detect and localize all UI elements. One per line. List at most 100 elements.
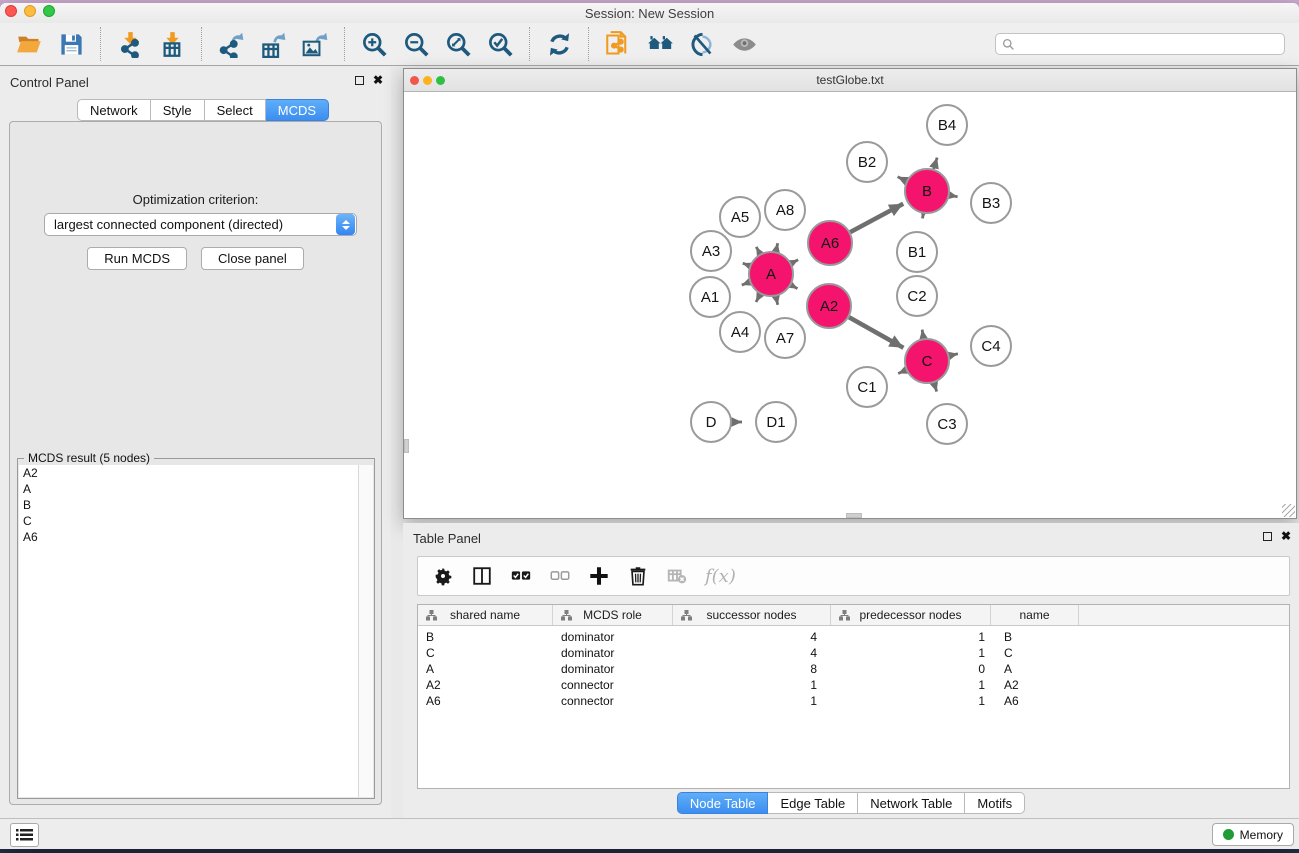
zoom-out-button[interactable]	[401, 29, 431, 59]
graph-node-D[interactable]: D	[691, 402, 731, 442]
graph-node-C[interactable]: C	[905, 339, 949, 383]
delete-table-button[interactable]	[666, 565, 688, 587]
graph-edge-A6-B[interactable]	[850, 204, 903, 232]
mcds-result-scrollbar[interactable]	[358, 465, 373, 797]
tab-mcds[interactable]: MCDS	[266, 99, 329, 121]
graph-node-D1[interactable]: D1	[756, 402, 796, 442]
show-panels-button[interactable]	[10, 823, 39, 847]
mcds-result-item[interactable]: C	[19, 513, 358, 529]
export-table-button[interactable]	[258, 29, 288, 59]
tab-motifs[interactable]: Motifs	[965, 792, 1025, 814]
open-folder-button[interactable]	[14, 29, 44, 59]
network-hscrollbar[interactable]	[846, 513, 862, 518]
mcds-result-item[interactable]: B	[19, 497, 358, 513]
network-canvas[interactable]: B4B2BB3A8A5A6A3B1AA1C2A2A4A7C4CC1C3DD1	[404, 93, 1296, 518]
close-panel-button[interactable]: Close panel	[201, 247, 304, 270]
table-cell[interactable]: 1	[831, 630, 991, 644]
graph-edge-A-A7[interactable]	[776, 296, 778, 304]
table-cell[interactable]: 0	[831, 662, 991, 676]
graph-edge-B-B2[interactable]	[898, 177, 907, 181]
add-button[interactable]	[588, 565, 610, 587]
table-cell[interactable]: 8	[673, 662, 831, 676]
table-cell[interactable]: connector	[553, 694, 673, 708]
graph-edge-A-A8[interactable]	[776, 243, 778, 251]
save-button[interactable]	[56, 29, 86, 59]
column-header-MCDS-role[interactable]: MCDS role	[553, 605, 673, 625]
mcds-result-item[interactable]: A	[19, 481, 358, 497]
table-cell[interactable]: connector	[553, 678, 673, 692]
table-cell[interactable]: 1	[831, 678, 991, 692]
graph-edge-A-A1[interactable]	[742, 282, 750, 285]
table-cell[interactable]: A	[991, 662, 1079, 676]
graph-edge-C-C3[interactable]	[934, 383, 937, 392]
column-header-name[interactable]: name	[991, 605, 1079, 625]
graph-edge-A2-C[interactable]	[849, 317, 903, 348]
table-row[interactable]: A6connector11A6	[418, 693, 1289, 709]
graph-edge-C-C1[interactable]	[898, 370, 906, 373]
refresh-button[interactable]	[544, 29, 574, 59]
document-network-button[interactable]	[603, 29, 633, 59]
graph-node-A3[interactable]: A3	[691, 231, 731, 271]
graph-node-A7[interactable]: A7	[765, 318, 805, 358]
table-cell[interactable]: B	[418, 630, 553, 644]
graph-edge-A-A2[interactable]	[791, 285, 797, 288]
tab-select[interactable]: Select	[205, 99, 266, 121]
criterion-dropdown[interactable]: largest connected component (directed)	[44, 213, 357, 236]
graph-edge-A-A4[interactable]	[756, 294, 760, 302]
graph-edge-A-A5[interactable]	[756, 247, 760, 254]
table-cell[interactable]: 1	[673, 678, 831, 692]
table-row[interactable]: Adominator80A	[418, 661, 1289, 677]
import-table-button[interactable]	[157, 29, 187, 59]
table-cell[interactable]: A6	[991, 694, 1079, 708]
gear-button[interactable]	[432, 565, 454, 587]
export-image-button[interactable]	[300, 29, 330, 59]
graph-node-A4[interactable]: A4	[720, 312, 760, 352]
graph-node-B1[interactable]: B1	[897, 232, 937, 272]
table-row[interactable]: Bdominator41B	[418, 629, 1289, 645]
tab-node-table[interactable]: Node Table	[677, 792, 769, 814]
graph-edge-B-B1[interactable]	[923, 214, 924, 219]
tab-network-table[interactable]: Network Table	[858, 792, 965, 814]
graph-node-B3[interactable]: B3	[971, 183, 1011, 223]
table-cell[interactable]: 1	[831, 646, 991, 660]
table-cell[interactable]: C	[418, 646, 553, 660]
table-cell[interactable]: 4	[673, 646, 831, 660]
graph-node-B2[interactable]: B2	[847, 142, 887, 182]
graph-node-C4[interactable]: C4	[971, 326, 1011, 366]
table-cell[interactable]: A6	[418, 694, 553, 708]
export-network-button[interactable]	[216, 29, 246, 59]
graph-node-B[interactable]: B	[905, 169, 949, 213]
table-row[interactable]: Cdominator41C	[418, 645, 1289, 661]
table-cell[interactable]: dominator	[553, 630, 673, 644]
graph-node-A2[interactable]: A2	[807, 284, 851, 328]
float-table-panel-icon[interactable]	[1263, 532, 1272, 541]
graph-edge-A-A6[interactable]	[791, 260, 798, 264]
column-header-successor-nodes[interactable]: successor nodes	[673, 605, 831, 625]
graph-edge-B-B4[interactable]	[934, 158, 937, 169]
graph-node-C3[interactable]: C3	[927, 404, 967, 444]
table-cell[interactable]: C	[991, 646, 1079, 660]
graph-edge-B-B3[interactable]	[950, 195, 958, 196]
tab-network[interactable]: Network	[77, 99, 151, 121]
column-header-shared-name[interactable]: shared name	[418, 605, 553, 625]
table-cell[interactable]: 4	[673, 630, 831, 644]
table-cell[interactable]: dominator	[553, 662, 673, 676]
mcds-result-item[interactable]: A6	[19, 529, 358, 545]
tab-style[interactable]: Style	[151, 99, 205, 121]
hide-graphics-button[interactable]	[687, 29, 717, 59]
graph-node-A8[interactable]: A8	[765, 190, 805, 230]
mcds-result-item[interactable]: A2	[19, 465, 358, 481]
trash-button[interactable]	[627, 565, 649, 587]
table-cell[interactable]: dominator	[553, 646, 673, 660]
resize-grip[interactable]	[1282, 504, 1295, 517]
split-columns-button[interactable]	[471, 565, 493, 587]
graph-node-B4[interactable]: B4	[927, 105, 967, 145]
zoom-fit-button[interactable]	[443, 29, 473, 59]
graph-edge-A-A3[interactable]	[743, 263, 750, 266]
table-row[interactable]: A2connector11A2	[418, 677, 1289, 693]
graph-edge-C-C4[interactable]	[949, 354, 958, 356]
search-input[interactable]	[1019, 37, 1278, 51]
network-vscrollbar[interactable]	[404, 439, 409, 453]
import-network-button[interactable]	[115, 29, 145, 59]
table-cell[interactable]: A	[418, 662, 553, 676]
